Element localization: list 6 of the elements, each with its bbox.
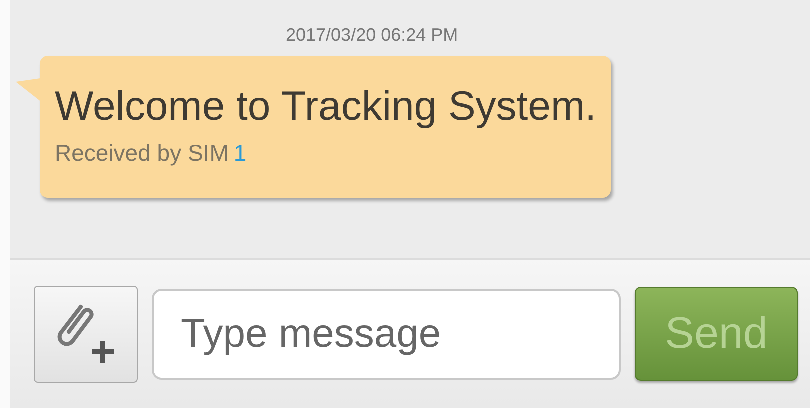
timestamp: 2017/03/20 06:24 PM [286,25,458,45]
attach-button[interactable] [34,286,138,382]
message-text: Welcome to Tracking System. [55,84,598,128]
received-by-label: Received by SIM [55,139,229,168]
message-input[interactable]: Type message [152,288,621,380]
sim-number: 1 [234,139,247,168]
